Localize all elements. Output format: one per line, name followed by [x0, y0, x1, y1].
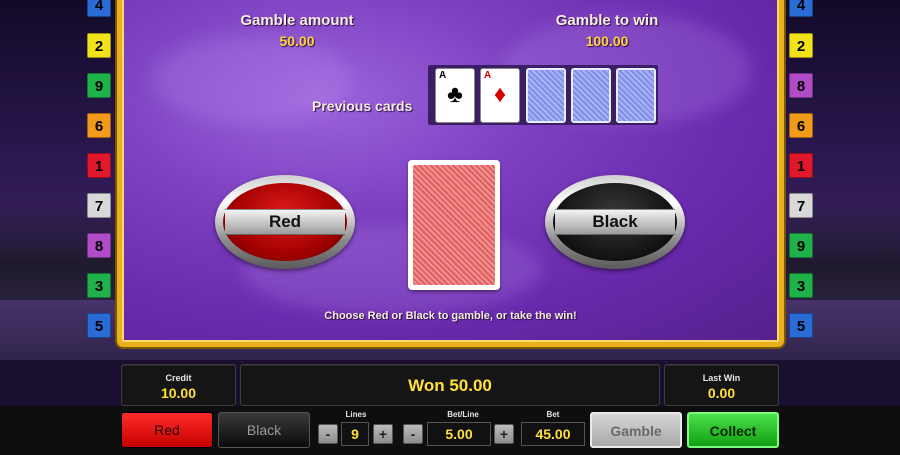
line-number-badge: 1	[87, 153, 111, 178]
black-button[interactable]: Black	[218, 412, 310, 448]
bet-per-line-value: 5.00	[427, 422, 491, 446]
message-panel: Won 50.00	[240, 364, 660, 406]
line-number-badge: 9	[789, 233, 813, 258]
previous-card: A ♦	[480, 68, 520, 123]
line-number-badge: 3	[87, 273, 111, 298]
gamble-amount-label: Gamble amount	[240, 12, 354, 29]
card-rank: A	[439, 70, 447, 81]
previous-cards-label: Previous cards	[312, 98, 413, 114]
gamble-screen: Gamble amount 50.00 Gamble to win 100.00…	[117, 0, 784, 347]
gamble-amount-value: 50.00	[279, 33, 315, 49]
credit-panel: Credit 10.00	[121, 364, 236, 406]
line-number-badge: 9	[87, 73, 111, 98]
red-gamble-label: Red	[268, 212, 302, 231]
line-number-badge: 7	[789, 193, 813, 218]
line-number-badge: 8	[789, 73, 813, 98]
black-gamble-button[interactable]: Black	[545, 175, 685, 269]
gamble-button[interactable]: Gamble	[590, 412, 682, 448]
bet-per-line-minus-button[interactable]: -	[403, 424, 423, 444]
collect-button[interactable]: Collect	[687, 412, 779, 448]
win-message: Won 50.00	[408, 376, 492, 395]
line-number-badge: 6	[87, 113, 111, 138]
card-suit-icon: ♣	[447, 81, 463, 108]
line-number-badge: 6	[789, 113, 813, 138]
red-gamble-button[interactable]: Red	[215, 175, 355, 269]
line-number-badge: 5	[789, 313, 813, 338]
card-back-pattern	[413, 165, 495, 285]
line-number-badge: 4	[87, 0, 111, 17]
card-suit-icon: ♦	[493, 81, 507, 108]
lines-minus-button[interactable]: -	[318, 424, 338, 444]
previous-card-back	[571, 68, 611, 123]
line-number-badge: 5	[87, 313, 111, 338]
lines-plus-button[interactable]: +	[373, 424, 393, 444]
line-number-badge: 7	[87, 193, 111, 218]
line-number-badge: 2	[789, 33, 813, 58]
bet-value: 45.00	[521, 422, 585, 446]
line-number-badge: 2	[87, 33, 111, 58]
credit-value: 10.00	[160, 385, 197, 401]
previous-card: A ♣	[435, 68, 475, 123]
lines-value: 9	[341, 422, 369, 446]
gamble-to-win-label: Gamble to win	[555, 12, 659, 29]
last-win-panel: Last Win 0.00	[664, 364, 779, 406]
bet-per-line-plus-button[interactable]: +	[494, 424, 514, 444]
last-win-label: Last Win	[702, 373, 741, 383]
previous-card-back	[526, 68, 566, 123]
line-number-badge: 3	[789, 273, 813, 298]
bet-per-line-label: Bet/Line	[447, 410, 479, 419]
line-number-badge: 8	[87, 233, 111, 258]
gamble-to-win-value: 100.00	[585, 33, 629, 49]
gamble-card	[408, 160, 500, 290]
line-number-badge: 4	[789, 0, 813, 17]
gamble-hint: Choose Red or Black to gamble, or take t…	[324, 310, 577, 322]
red-button[interactable]: Red	[121, 412, 213, 448]
card-rank: A	[484, 70, 492, 81]
line-number-badge: 1	[789, 153, 813, 178]
last-win-value: 0.00	[707, 385, 736, 401]
previous-card-back	[616, 68, 656, 123]
black-gamble-label: Black	[592, 212, 638, 231]
credit-label: Credit	[165, 373, 192, 383]
bet-label: Bet	[546, 410, 560, 419]
lines-label: Lines	[345, 410, 367, 419]
